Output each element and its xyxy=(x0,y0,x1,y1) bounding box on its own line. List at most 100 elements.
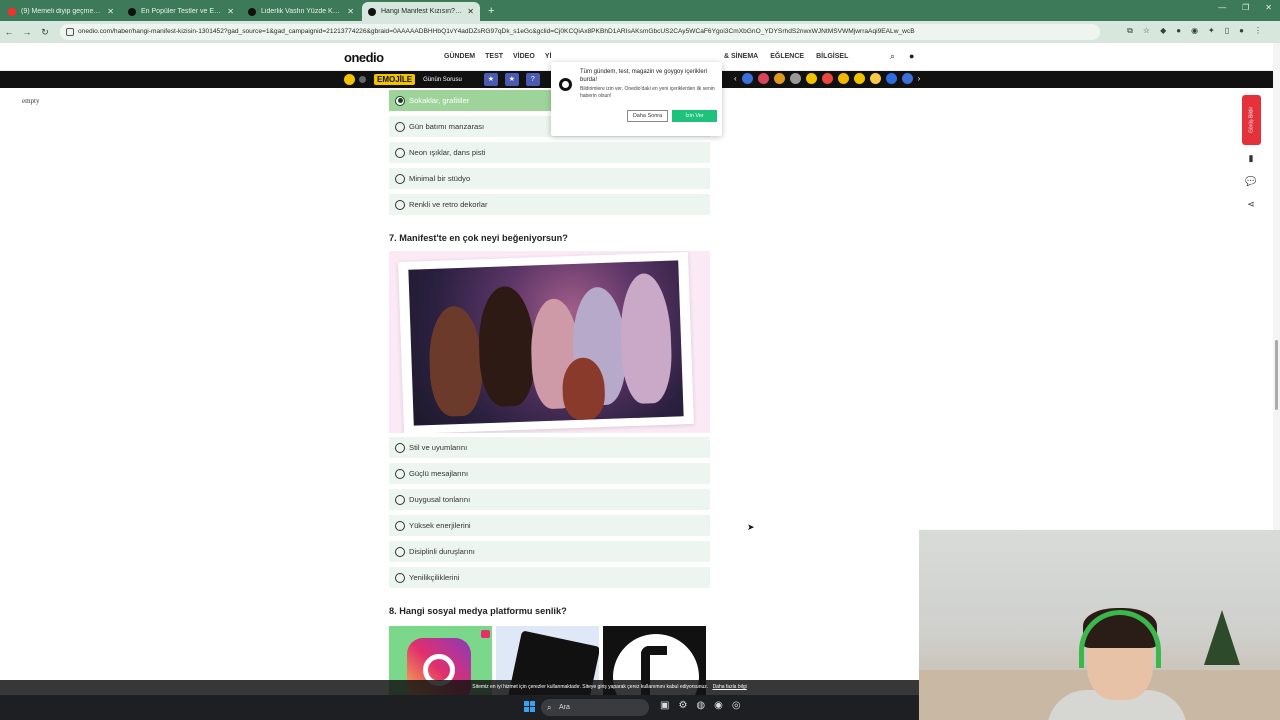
story-icon[interactable] xyxy=(789,73,801,84)
site-logo[interactable]: onedio xyxy=(344,50,384,65)
story-icon[interactable] xyxy=(853,73,865,84)
whatsapp-icon[interactable]: ◍ xyxy=(696,700,705,711)
option-label: Disiplinli duruşlarını xyxy=(409,547,475,556)
later-button[interactable]: Daha Sonra xyxy=(627,110,668,122)
url-field[interactable]: onedio.com/haber/hangi-manifest-kizisin-… xyxy=(60,24,1100,40)
share-icon[interactable]: ⋖ xyxy=(1245,199,1257,211)
story-icon[interactable] xyxy=(901,73,913,84)
install-icon[interactable]: ⧉ xyxy=(1127,26,1133,36)
onedio-favicon-icon xyxy=(368,7,376,16)
taskbar-search-label: Ara xyxy=(559,704,570,711)
emoji-face-icon[interactable] xyxy=(344,74,355,85)
onedio-logo-icon xyxy=(559,78,572,91)
taskbar-search[interactable]: ⌕ Ara xyxy=(541,699,649,716)
browser-tab[interactable]: (9) Memeli diyip geçmeyin... - A ✕ xyxy=(2,2,120,21)
story-icon[interactable] xyxy=(805,73,817,84)
emoji-icon[interactable] xyxy=(359,76,366,83)
browser-toolbar-icons: ⧉ ☆ ◆ ● ◉ ✦ ▯ ● ⋮ xyxy=(1127,26,1262,36)
address-bar-row: ← → ↻ onedio.com/haber/hangi-manifest-ki… xyxy=(0,21,1280,43)
emojile-badge[interactable]: EMOJİLE xyxy=(374,74,416,85)
onedio-favicon-icon xyxy=(128,7,136,16)
extensions-puzzle-icon[interactable]: ✦ xyxy=(1208,26,1215,36)
answer-option[interactable]: Yenilikçiliklerini xyxy=(389,567,710,588)
close-tab-icon[interactable]: ✕ xyxy=(347,7,354,16)
answer-option[interactable]: Renkli ve retro dekorlar xyxy=(389,194,710,215)
story-icon[interactable] xyxy=(757,73,769,84)
file-explorer-icon[interactable]: ▣ xyxy=(660,700,669,711)
daily-question-label[interactable]: Günün Sorusu xyxy=(423,77,462,83)
mouse-cursor-icon: ➤ xyxy=(747,522,755,532)
webcam-christmas-tree xyxy=(1204,610,1240,665)
url-text: onedio.com/haber/hangi-manifest-kizisin-… xyxy=(78,28,915,35)
nav-item-gundem[interactable]: GÜNDEM xyxy=(444,53,475,60)
onedio-favicon-icon xyxy=(248,7,256,16)
app-icon[interactable]: ◎ xyxy=(732,700,741,711)
feedback-button[interactable]: Görüş Bildir xyxy=(1242,95,1261,145)
story-icon[interactable] xyxy=(741,73,753,84)
chevron-right-icon[interactable]: › xyxy=(918,74,921,83)
allow-button[interactable]: İzin Ver xyxy=(672,110,717,122)
reload-icon[interactable]: ↻ xyxy=(36,27,54,38)
story-icon[interactable] xyxy=(837,73,849,84)
new-tab-icon[interactable]: + xyxy=(488,2,494,21)
nav-item-video[interactable]: VİDEO xyxy=(513,53,535,60)
answer-option[interactable]: Duygusal tonlarını xyxy=(389,489,710,510)
extension-icon[interactable]: ◆ xyxy=(1160,26,1166,36)
close-tab-icon[interactable]: ✕ xyxy=(107,7,114,16)
nav-item-eglence[interactable]: EĞLENCE xyxy=(770,53,804,60)
nav-item-sinema[interactable]: & SİNEMA xyxy=(724,53,758,60)
chevron-left-icon[interactable]: ‹ xyxy=(734,74,737,83)
heart-icon xyxy=(481,630,490,638)
close-tab-icon[interactable]: ✕ xyxy=(227,7,234,16)
browser-tab[interactable]: Liderlik Vasfın Yüzde Kaç? - Onl ✕ xyxy=(242,2,360,21)
forward-icon[interactable]: → xyxy=(18,27,36,37)
story-icons: ‹ › xyxy=(734,73,920,84)
group-photo xyxy=(408,260,684,426)
emoji-tile-icon[interactable]: ★ xyxy=(483,73,498,86)
radio-icon xyxy=(395,173,405,184)
question-tile-icon[interactable]: ? xyxy=(525,73,540,86)
minimize-icon[interactable]: — xyxy=(1218,3,1226,12)
story-icon[interactable] xyxy=(821,73,833,84)
bookmark-star-icon[interactable]: ☆ xyxy=(1143,26,1150,36)
radio-icon xyxy=(395,494,405,505)
answer-option[interactable]: Güçlü mesajlarını xyxy=(389,463,710,484)
comments-icon[interactable]: 💬 xyxy=(1245,176,1257,188)
site-info-icon[interactable] xyxy=(66,28,74,36)
answer-option[interactable]: Minimal bir stüdyo xyxy=(389,168,710,189)
story-icon[interactable] xyxy=(885,73,897,84)
answer-option[interactable]: Disiplinli duruşlarını xyxy=(389,541,710,562)
cookie-more-link[interactable]: Daha fazla bilgi xyxy=(713,684,747,690)
nav-item-test[interactable]: TEST xyxy=(485,53,503,60)
settings-icon[interactable]: ⚙ xyxy=(678,700,687,711)
browser-tab[interactable]: En Popüler Testler ve Eğlenceli ✕ xyxy=(122,2,240,21)
close-tab-icon[interactable]: ✕ xyxy=(467,7,474,16)
menu-dots-icon[interactable]: ⋮ xyxy=(1254,26,1262,36)
sidebar-icon[interactable]: ▯ xyxy=(1225,26,1229,36)
back-icon[interactable]: ← xyxy=(0,27,18,37)
answer-option[interactable]: Yüksek enerjilerini xyxy=(389,515,710,536)
answer-option[interactable]: Neon ışıklar, dans pisti xyxy=(389,142,710,163)
polaroid-frame xyxy=(398,251,694,433)
chrome-icon[interactable]: ◉ xyxy=(714,700,723,711)
option-label: Duygusal tonlarını xyxy=(409,495,471,504)
maximize-icon[interactable]: ❐ xyxy=(1242,3,1249,12)
browser-tab-active[interactable]: Hangi Manifest Kızısın? - Oned ✕ xyxy=(362,2,480,21)
story-icon[interactable] xyxy=(773,73,785,84)
scrollbar-thumb[interactable] xyxy=(1275,340,1278,410)
search-icon[interactable]: ⌕ xyxy=(890,51,895,62)
close-window-icon[interactable]: ✕ xyxy=(1265,3,1272,12)
nav-item-bilgisel[interactable]: BİLGİSEL xyxy=(816,53,848,60)
nav-item-partial[interactable]: Yİ xyxy=(545,53,552,60)
answer-option[interactable]: Stil ve uyumlarını xyxy=(389,437,710,458)
profile-avatar-icon[interactable]: ● xyxy=(1239,26,1244,36)
extension-icon[interactable]: ● xyxy=(1176,26,1181,36)
tab-title: En Popüler Testler ve Eğlenceli xyxy=(141,8,223,15)
bookmark-icon[interactable]: ▮ xyxy=(1245,153,1257,165)
emoji-tile-icon[interactable]: ★ xyxy=(504,73,519,86)
extension-icon[interactable]: ◉ xyxy=(1191,26,1198,36)
emojile-group: EMOJİLE Günün Sorusu ★ ★ ? xyxy=(344,73,540,86)
user-icon[interactable]: ● xyxy=(909,51,914,62)
story-icon[interactable] xyxy=(869,73,881,84)
windows-start-icon[interactable] xyxy=(524,701,535,712)
